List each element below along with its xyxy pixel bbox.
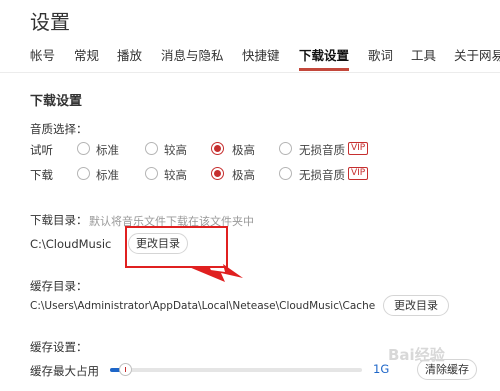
tab-messages-privacy[interactable]: 消息与隐私 — [161, 45, 224, 64]
option-label: 较高 — [164, 143, 187, 157]
cache-max-value: 1G — [373, 362, 390, 376]
annotation-arrow-icon — [187, 264, 243, 282]
option-label: 极高 — [232, 143, 255, 157]
tab-general[interactable]: 常规 — [74, 45, 99, 64]
download-dir-path: C:\CloudMusic — [30, 237, 112, 251]
radio-download-higher[interactable] — [145, 167, 158, 180]
cache-settings-label: 缓存设置： — [30, 340, 88, 354]
tab-account[interactable]: 帐号 — [30, 45, 55, 64]
slider-handle[interactable] — [119, 363, 132, 376]
tab-lyrics[interactable]: 歌词 — [368, 45, 393, 64]
radio-download-standard[interactable] — [77, 167, 90, 180]
radio-download-extreme[interactable] — [211, 167, 224, 180]
quality-row-label-preview: 试听 — [30, 143, 53, 157]
tabs-divider — [0, 72, 500, 73]
option-label: 极高 — [232, 168, 255, 182]
cache-max-label: 缓存最大占用 — [30, 364, 99, 378]
vip-badge: VIP — [348, 167, 369, 180]
radio-preview-lossless[interactable] — [279, 142, 292, 155]
section-title-download: 下载设置 — [30, 94, 83, 109]
radio-preview-extreme[interactable] — [211, 142, 224, 155]
option-label: 标准 — [96, 168, 119, 182]
cache-dir-path: C:\Users\Administrator\AppData\Local\Net… — [30, 300, 376, 312]
option-label: 无损音质 — [299, 168, 345, 182]
vip-badge: VIP — [348, 142, 369, 155]
option-label: 标准 — [96, 143, 119, 157]
option-label: 无损音质 — [299, 143, 345, 157]
watermark: Bai经验 — [388, 346, 445, 364]
tab-tools[interactable]: 工具 — [411, 45, 436, 64]
option-label: 较高 — [164, 168, 187, 182]
quality-row-label-download: 下载 — [30, 168, 53, 182]
radio-download-lossless[interactable] — [279, 167, 292, 180]
page-title: 设置 — [30, 10, 70, 34]
tab-download-settings[interactable]: 下载设置 — [299, 45, 349, 64]
quality-label: 音质选择： — [30, 122, 88, 136]
tab-playback[interactable]: 播放 — [117, 45, 142, 64]
active-tab-indicator — [299, 68, 349, 71]
radio-preview-standard[interactable] — [77, 142, 90, 155]
download-dir-label: 下载目录： — [30, 213, 88, 227]
cache-size-slider[interactable] — [110, 368, 362, 372]
tab-about[interactable]: 关于网易 — [454, 45, 500, 64]
cache-dir-label: 缓存目录： — [30, 279, 88, 293]
change-cache-dir-button[interactable]: 更改目录 — [383, 295, 449, 316]
radio-preview-higher[interactable] — [145, 142, 158, 155]
tab-shortcuts[interactable]: 快捷键 — [242, 45, 280, 64]
